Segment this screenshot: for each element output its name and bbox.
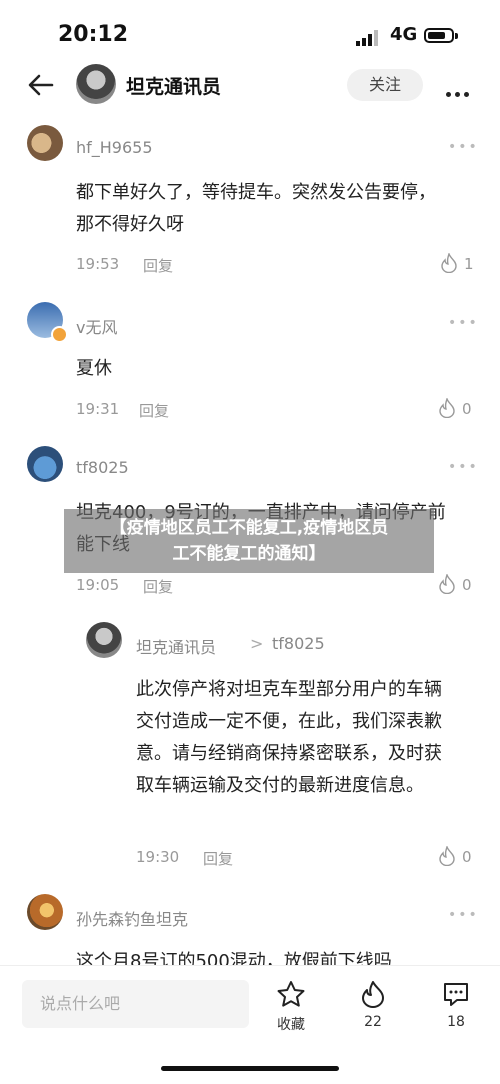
comment-username[interactable]: tf8025 [76, 458, 129, 477]
like-flame-icon[interactable] [438, 846, 456, 866]
author-name[interactable]: 坦克通讯员 [126, 72, 221, 99]
comment-username[interactable]: hf_H9655 [76, 138, 153, 157]
comment-input[interactable]: 说点什么吧 [22, 980, 249, 1028]
banner-line-1: 【疫情地区员工不能复工,疫情地区员 [109, 518, 389, 538]
star-icon [277, 981, 305, 1007]
reply-button[interactable]: 回复 [143, 576, 173, 597]
like-total: 22 [364, 1014, 382, 1030]
verified-badge [51, 326, 68, 343]
network-label: 4G [390, 24, 418, 45]
home-indicator[interactable] [161, 1066, 339, 1071]
signal-icon [356, 30, 378, 46]
comment-time: 19:53 [76, 255, 120, 273]
reply-arrow: > [250, 634, 264, 653]
back-arrow-icon[interactable] [26, 70, 56, 100]
reply-username[interactable]: 坦克通讯员 [136, 634, 216, 658]
reply-button[interactable]: 回复 [139, 400, 169, 421]
comment-more-icon[interactable]: ••• [448, 139, 479, 155]
avatar[interactable] [86, 622, 122, 658]
comment-time: 19:31 [76, 400, 120, 418]
favorite-label: 收藏 [277, 1017, 305, 1033]
status-time: 20:12 [58, 22, 129, 47]
like-button[interactable]: 22 [343, 980, 403, 1030]
news-title-banner: 【疫情地区员工不能复工,疫情地区员 工不能复工的通知】 [64, 509, 434, 573]
comment-more-icon[interactable]: ••• [448, 459, 479, 475]
like-count: 1 [464, 255, 474, 273]
comment-username[interactable]: v无风 [76, 314, 117, 338]
comment-button[interactable]: 18 [426, 980, 486, 1030]
flame-icon [362, 981, 384, 1008]
like-flame-icon[interactable] [440, 253, 458, 273]
battery-icon [424, 28, 458, 43]
favorite-button[interactable]: 收藏 [261, 980, 321, 1034]
reply-to-username[interactable]: tf8025 [272, 634, 325, 653]
like-count: 0 [462, 848, 472, 866]
comment-username[interactable]: 孙先森钓鱼坦克 [76, 906, 188, 930]
follow-button[interactable]: 关注 [347, 69, 423, 101]
comment-time: 19:05 [76, 576, 120, 594]
reply-button[interactable]: 回复 [143, 255, 173, 276]
avatar[interactable] [27, 125, 63, 161]
like-flame-icon[interactable] [438, 574, 456, 594]
like-count: 0 [462, 400, 472, 418]
like-count: 0 [462, 576, 472, 594]
comment-bubble-icon [444, 983, 468, 1006]
comment-text: 夏休 [76, 358, 112, 379]
comment-total: 18 [447, 1014, 465, 1030]
avatar[interactable] [27, 894, 63, 930]
avatar[interactable] [27, 446, 63, 482]
reply-text: 此次停产将对坦克车型部分用户的车辆交付造成一定不便，在此，我们深表歉意。请与经销… [136, 679, 442, 796]
banner-line-2: 工不能复工的通知】 [172, 544, 326, 564]
author-avatar[interactable] [76, 64, 116, 104]
comment-more-icon[interactable]: ••• [448, 907, 479, 923]
comment-more-icon[interactable]: ••• [448, 315, 479, 331]
like-flame-icon[interactable] [438, 398, 456, 418]
comment-text: 都下单好久了，等待提车。突然发公告要停，那不得好久呀 [76, 182, 436, 235]
comment-time: 19:30 [136, 848, 180, 866]
reply-button[interactable]: 回复 [203, 848, 233, 869]
more-options-icon[interactable] [446, 82, 473, 101]
